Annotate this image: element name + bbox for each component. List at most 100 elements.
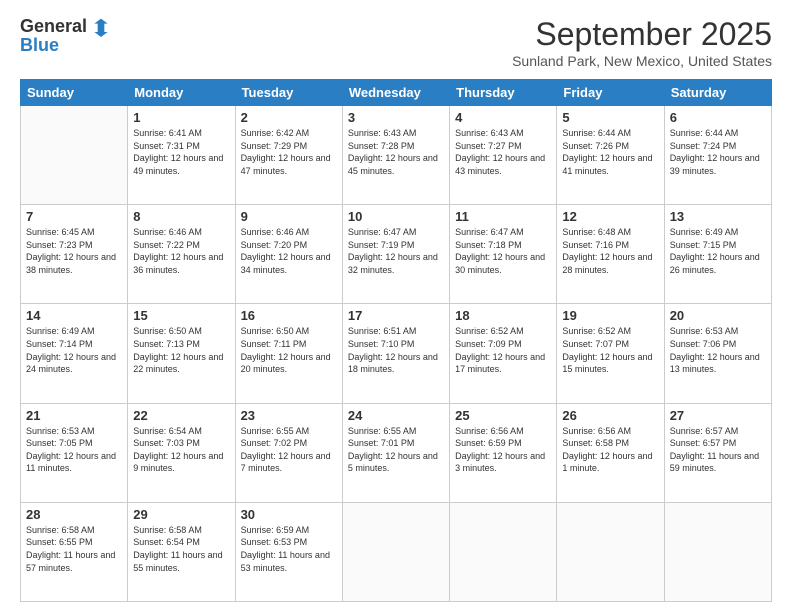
day-info: Sunrise: 6:58 AM Sunset: 6:54 PM Dayligh… [133, 524, 229, 574]
day-number: 26 [562, 408, 658, 423]
day-number: 29 [133, 507, 229, 522]
calendar-week-1: 1 Sunrise: 6:41 AM Sunset: 7:31 PM Daylig… [21, 106, 772, 205]
logo-general: General [20, 16, 87, 37]
day-number: 5 [562, 110, 658, 125]
day-info: Sunrise: 6:44 AM Sunset: 7:26 PM Dayligh… [562, 127, 658, 177]
day-number: 23 [241, 408, 337, 423]
day-info: Sunrise: 6:52 AM Sunset: 7:07 PM Dayligh… [562, 325, 658, 375]
calendar-cell: 6 Sunrise: 6:44 AM Sunset: 7:24 PM Daylig… [664, 106, 771, 205]
calendar-cell: 18Sunrise: 6:52 AM Sunset: 7:09 PM Dayli… [450, 304, 557, 403]
logo: General Blue [20, 16, 111, 56]
calendar-cell: 17 Sunrise: 6:51 AM Sunset: 7:10 PM Dayli… [342, 304, 449, 403]
day-info: Sunrise: 6:54 AM Sunset: 7:03 PM Dayligh… [133, 425, 229, 475]
calendar-cell: 1 Sunrise: 6:41 AM Sunset: 7:31 PM Daylig… [128, 106, 235, 205]
calendar-week-3: 14Sunrise: 6:49 AM Sunset: 7:14 PM Dayli… [21, 304, 772, 403]
day-number: 15 [133, 308, 229, 323]
calendar-cell [450, 502, 557, 601]
day-info: Sunrise: 6:43 AM Sunset: 7:28 PM Dayligh… [348, 127, 444, 177]
calendar-cell: 12 Sunrise: 6:48 AM Sunset: 7:16 PM Dayli… [557, 205, 664, 304]
day-info: Sunrise: 6:49 AM Sunset: 7:15 PM Dayligh… [670, 226, 766, 276]
day-number: 22 [133, 408, 229, 423]
day-number: 28 [26, 507, 122, 522]
page: General Blue September 2025 Sunland Park… [0, 0, 792, 612]
calendar-week-2: 7 Sunrise: 6:45 AM Sunset: 7:23 PM Daylig… [21, 205, 772, 304]
calendar-cell: 7 Sunrise: 6:45 AM Sunset: 7:23 PM Daylig… [21, 205, 128, 304]
calendar-cell: 8 Sunrise: 6:46 AM Sunset: 7:22 PM Daylig… [128, 205, 235, 304]
day-info: Sunrise: 6:50 AM Sunset: 7:11 PM Dayligh… [241, 325, 337, 375]
col-saturday: Saturday [664, 80, 771, 106]
day-number: 13 [670, 209, 766, 224]
col-sunday: Sunday [21, 80, 128, 106]
calendar-cell [342, 502, 449, 601]
col-friday: Friday [557, 80, 664, 106]
col-monday: Monday [128, 80, 235, 106]
calendar-cell: 10Sunrise: 6:47 AM Sunset: 7:19 PM Dayli… [342, 205, 449, 304]
day-number: 9 [241, 209, 337, 224]
calendar-cell: 2 Sunrise: 6:42 AM Sunset: 7:29 PM Daylig… [235, 106, 342, 205]
calendar-body: 1 Sunrise: 6:41 AM Sunset: 7:31 PM Daylig… [21, 106, 772, 602]
calendar-header-row: Sunday Monday Tuesday Wednesday Thursday… [21, 80, 772, 106]
day-number: 2 [241, 110, 337, 125]
location-subtitle: Sunland Park, New Mexico, United States [512, 53, 772, 69]
day-info: Sunrise: 6:56 AM Sunset: 6:58 PM Dayligh… [562, 425, 658, 475]
day-info: Sunrise: 6:45 AM Sunset: 7:23 PM Dayligh… [26, 226, 122, 276]
day-info: Sunrise: 6:53 AM Sunset: 7:05 PM Dayligh… [26, 425, 122, 475]
day-number: 4 [455, 110, 551, 125]
day-info: Sunrise: 6:46 AM Sunset: 7:20 PM Dayligh… [241, 226, 337, 276]
logo-blue-text: Blue [20, 35, 59, 56]
day-number: 27 [670, 408, 766, 423]
calendar-cell: 13 Sunrise: 6:49 AM Sunset: 7:15 PM Dayli… [664, 205, 771, 304]
day-number: 8 [133, 209, 229, 224]
day-info: Sunrise: 6:55 AM Sunset: 7:02 PM Dayligh… [241, 425, 337, 475]
logo-blue-label: Blue [20, 35, 59, 55]
col-wednesday: Wednesday [342, 80, 449, 106]
title-section: September 2025 Sunland Park, New Mexico,… [512, 16, 772, 69]
calendar-table: Sunday Monday Tuesday Wednesday Thursday… [20, 79, 772, 602]
day-info: Sunrise: 6:55 AM Sunset: 7:01 PM Dayligh… [348, 425, 444, 475]
header: General Blue September 2025 Sunland Park… [20, 16, 772, 69]
day-info: Sunrise: 6:41 AM Sunset: 7:31 PM Dayligh… [133, 127, 229, 177]
col-thursday: Thursday [450, 80, 557, 106]
day-info: Sunrise: 6:47 AM Sunset: 7:18 PM Dayligh… [455, 226, 551, 276]
day-number: 14 [26, 308, 122, 323]
calendar-cell: 23 Sunrise: 6:55 AM Sunset: 7:02 PM Dayli… [235, 403, 342, 502]
day-info: Sunrise: 6:51 AM Sunset: 7:10 PM Dayligh… [348, 325, 444, 375]
logo-icon [91, 17, 111, 37]
calendar-cell: 19 Sunrise: 6:52 AM Sunset: 7:07 PM Dayli… [557, 304, 664, 403]
calendar-cell: 16 Sunrise: 6:50 AM Sunset: 7:11 PM Dayli… [235, 304, 342, 403]
day-number: 24 [348, 408, 444, 423]
day-info: Sunrise: 6:43 AM Sunset: 7:27 PM Dayligh… [455, 127, 551, 177]
day-info: Sunrise: 6:56 AM Sunset: 6:59 PM Dayligh… [455, 425, 551, 475]
calendar-cell: 26 Sunrise: 6:56 AM Sunset: 6:58 PM Dayli… [557, 403, 664, 502]
calendar-cell: 27Sunrise: 6:57 AM Sunset: 6:57 PM Dayli… [664, 403, 771, 502]
calendar-cell: 28 Sunrise: 6:58 AM Sunset: 6:55 PM Dayli… [21, 502, 128, 601]
day-number: 17 [348, 308, 444, 323]
logo-text: General [20, 16, 111, 37]
day-number: 12 [562, 209, 658, 224]
calendar-cell: 30 Sunrise: 6:59 AM Sunset: 6:53 PM Dayli… [235, 502, 342, 601]
calendar-cell [21, 106, 128, 205]
day-number: 3 [348, 110, 444, 125]
calendar-cell: 22 Sunrise: 6:54 AM Sunset: 7:03 PM Dayli… [128, 403, 235, 502]
day-number: 19 [562, 308, 658, 323]
day-info: Sunrise: 6:59 AM Sunset: 6:53 PM Dayligh… [241, 524, 337, 574]
calendar-cell: 21Sunrise: 6:53 AM Sunset: 7:05 PM Dayli… [21, 403, 128, 502]
day-info: Sunrise: 6:58 AM Sunset: 6:55 PM Dayligh… [26, 524, 122, 574]
day-info: Sunrise: 6:46 AM Sunset: 7:22 PM Dayligh… [133, 226, 229, 276]
calendar-cell: 15 Sunrise: 6:50 AM Sunset: 7:13 PM Dayli… [128, 304, 235, 403]
calendar-cell: 29 Sunrise: 6:58 AM Sunset: 6:54 PM Dayli… [128, 502, 235, 601]
col-tuesday: Tuesday [235, 80, 342, 106]
calendar-cell: 11Sunrise: 6:47 AM Sunset: 7:18 PM Dayli… [450, 205, 557, 304]
day-number: 25 [455, 408, 551, 423]
day-number: 16 [241, 308, 337, 323]
day-info: Sunrise: 6:50 AM Sunset: 7:13 PM Dayligh… [133, 325, 229, 375]
day-number: 18 [455, 308, 551, 323]
day-info: Sunrise: 6:48 AM Sunset: 7:16 PM Dayligh… [562, 226, 658, 276]
day-number: 1 [133, 110, 229, 125]
day-info: Sunrise: 6:53 AM Sunset: 7:06 PM Dayligh… [670, 325, 766, 375]
day-number: 7 [26, 209, 122, 224]
day-info: Sunrise: 6:44 AM Sunset: 7:24 PM Dayligh… [670, 127, 766, 177]
day-info: Sunrise: 6:42 AM Sunset: 7:29 PM Dayligh… [241, 127, 337, 177]
day-number: 6 [670, 110, 766, 125]
day-number: 30 [241, 507, 337, 522]
